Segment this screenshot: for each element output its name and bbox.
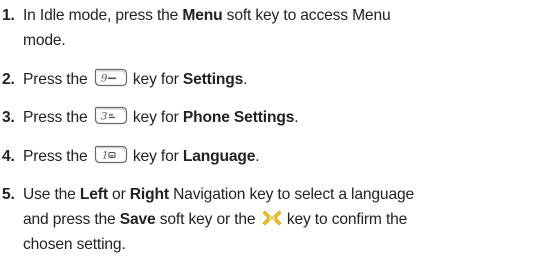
- step-text-part: .: [243, 71, 248, 88]
- step-text-part: key for: [132, 71, 183, 88]
- step-text-part: or: [107, 186, 130, 203]
- step-text: In Idle mode, press the Menu soft key to…: [23, 3, 535, 53]
- save-label: Save: [119, 211, 156, 228]
- step-text: Use the Left or Right Navigation key to …: [23, 182, 535, 257]
- settings-label: Settings: [182, 71, 244, 88]
- step-text-part: soft key to access Menu: [222, 7, 391, 24]
- step-text-part: Navigation key to select a language: [168, 186, 415, 203]
- step-text: Press the 3 key for Phone Settings.: [23, 105, 535, 130]
- left-label: Left: [79, 186, 108, 203]
- step-text: Press the 1 key for Language.: [23, 144, 535, 169]
- step-text-part: Press the: [23, 71, 88, 88]
- step-number: 4.: [2, 148, 15, 165]
- right-label: Right: [129, 186, 169, 203]
- step-number: 5.: [2, 186, 15, 203]
- step-text-part: key for: [132, 148, 183, 165]
- step-text-part: soft key or the: [155, 211, 256, 228]
- step-number: 2.: [2, 71, 15, 88]
- phone-settings-label: Phone Settings: [182, 109, 295, 126]
- navigation-ok-key-icon: [262, 209, 282, 227]
- language-label: Language: [182, 148, 256, 165]
- key-3-icon: 3: [94, 106, 128, 125]
- step-text-part: In Idle mode, press the: [23, 7, 183, 24]
- step-text-part: chosen setting.: [23, 236, 126, 253]
- step-number: 1.: [2, 7, 15, 24]
- key-1-icon: 1: [94, 145, 128, 164]
- step-text-part: Press the: [23, 148, 88, 165]
- key-9-icon: 9: [94, 68, 128, 87]
- step-text-part: key to confirm the: [286, 211, 408, 228]
- step-text-part: .: [255, 148, 260, 165]
- step-text: Press the 9 key for Settings.: [23, 67, 535, 92]
- svg-text:9: 9: [101, 74, 108, 85]
- step-text-part: Press the: [23, 109, 88, 126]
- svg-text:1: 1: [102, 151, 108, 162]
- instruction-list: 1. In Idle mode, press the Menu soft key…: [0, 0, 537, 279]
- step-text-part: Use the: [23, 186, 80, 203]
- step-text-part: key for: [132, 109, 183, 126]
- step-text-part: and press the: [23, 211, 120, 228]
- svg-text:3: 3: [101, 112, 107, 123]
- step-number: 3.: [2, 109, 15, 126]
- menu-label: Menu: [182, 7, 223, 24]
- step-text-part: .: [294, 109, 299, 126]
- step-text-part: mode.: [23, 32, 66, 49]
